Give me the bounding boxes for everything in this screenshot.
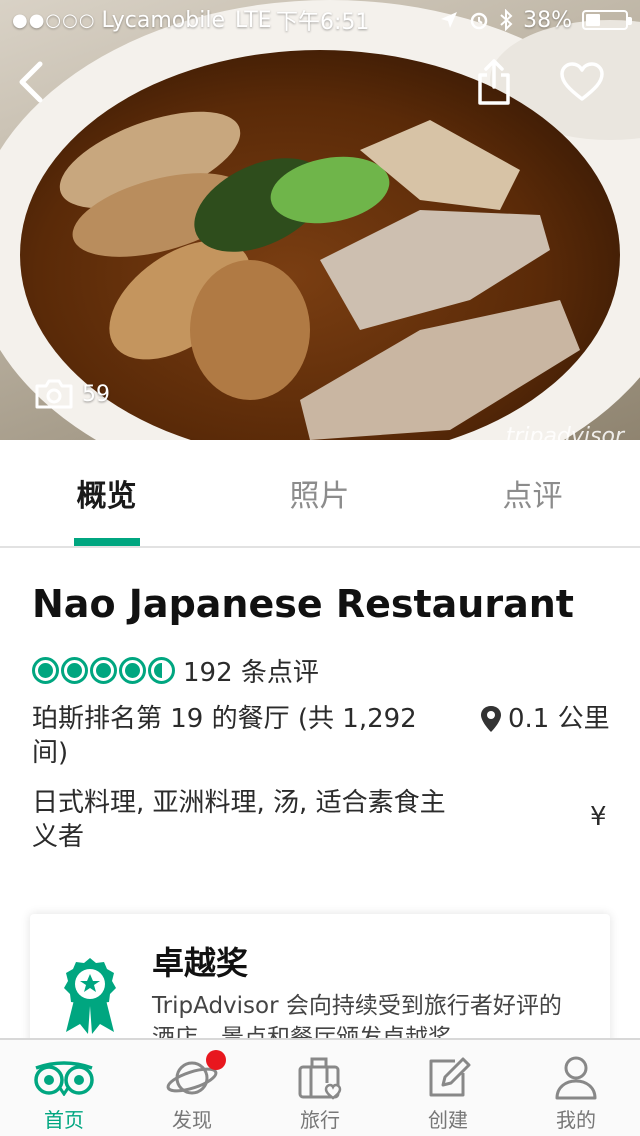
status-time: 下午6:51 (276, 10, 370, 35)
alarm-icon (470, 12, 488, 30)
bluetooth-icon (500, 9, 513, 31)
nav-create[interactable]: 创建 (384, 1040, 512, 1136)
review-count: 192 条点评 (183, 658, 319, 688)
active-tab-indicator (74, 538, 140, 546)
save-favorite-button[interactable] (552, 52, 612, 112)
rating-bubble (90, 657, 117, 684)
cuisine-list: 日式料理, 亚洲料理, 汤, 适合素食主义者 (32, 788, 446, 852)
nav-trips[interactable]: 旅行 (256, 1040, 384, 1136)
hero-photo[interactable]: ●●○○○ Lycamobile LTE 下午6:51 38% 59 tripa… (0, 0, 640, 440)
camera-icon (35, 379, 73, 409)
share-button[interactable] (464, 52, 524, 112)
heart-icon (560, 62, 604, 101)
network-type: LTE (234, 7, 272, 33)
ranking-text: 珀斯排名第 19 的餐厅 (共 1,292 间) (32, 704, 417, 768)
nav-discover[interactable]: 发现 (128, 1040, 256, 1136)
nav-discover-label: 发现 (172, 1108, 212, 1132)
carrier-name: Lycamobile (101, 7, 225, 33)
suitcase-heart-icon (298, 1057, 342, 1100)
nav-trips-label: 旅行 (300, 1108, 340, 1132)
nav-home-label: 首页 (44, 1108, 84, 1132)
owl-icon (34, 1061, 94, 1096)
price-level: ¥ (590, 802, 607, 832)
rating-bubble-fill (154, 663, 162, 678)
award-ribbon-icon (64, 958, 116, 1034)
rating-bubble (32, 657, 59, 684)
rating-bubble-fill (38, 663, 53, 678)
photo-count[interactable]: 59 (34, 378, 110, 410)
photo-count-value: 59 (82, 381, 110, 407)
share-icon (478, 59, 510, 105)
tab-photos[interactable]: 照片 (213, 440, 426, 546)
tab-bar: 概览 照片 点评 (0, 440, 640, 548)
tab-overview[interactable]: 概览 (0, 440, 213, 546)
chevron-left-icon (19, 61, 43, 103)
rating-bubble-fill (67, 663, 82, 678)
ramen-photo (0, 0, 640, 440)
edit-icon (429, 1057, 471, 1097)
rating-bubble (61, 657, 88, 684)
tab-reviews[interactable]: 点评 (426, 440, 639, 546)
map-pin-icon (481, 706, 501, 732)
signal-strength: ●●○○○ (12, 9, 96, 31)
award-title: 卓越奖 (152, 944, 249, 982)
bubble-rating (32, 657, 175, 684)
location-arrow-icon (441, 12, 458, 28)
tripadvisor-watermark: tripadvisor (505, 424, 624, 440)
rating-bubble (148, 657, 175, 684)
back-button[interactable] (2, 52, 62, 112)
nav-profile[interactable]: 我的 (512, 1040, 640, 1136)
rating-bubble-fill (125, 663, 140, 678)
battery-percent: 38% (523, 7, 572, 33)
distance[interactable]: 0.1 公里 (480, 702, 610, 736)
battery-level (586, 14, 601, 26)
notification-badge (206, 1050, 226, 1070)
battery-icon (582, 10, 632, 30)
rating-bubble-fill (96, 663, 111, 678)
distance-value: 0.1 公里 (508, 704, 610, 734)
person-icon (555, 1056, 597, 1100)
status-bar: ●●○○○ Lycamobile LTE 下午6:51 38% (0, 0, 640, 40)
restaurant-name: Nao Japanese Restaurant (32, 582, 574, 626)
nav-create-label: 创建 (428, 1108, 468, 1132)
rating-row[interactable]: 192 条点评 (32, 652, 319, 689)
bottom-nav: 首页 发现 旅行 创建 我的 (0, 1038, 640, 1136)
rating-bubble (119, 657, 146, 684)
nav-profile-label: 我的 (556, 1108, 596, 1132)
nav-home[interactable]: 首页 (0, 1040, 128, 1136)
